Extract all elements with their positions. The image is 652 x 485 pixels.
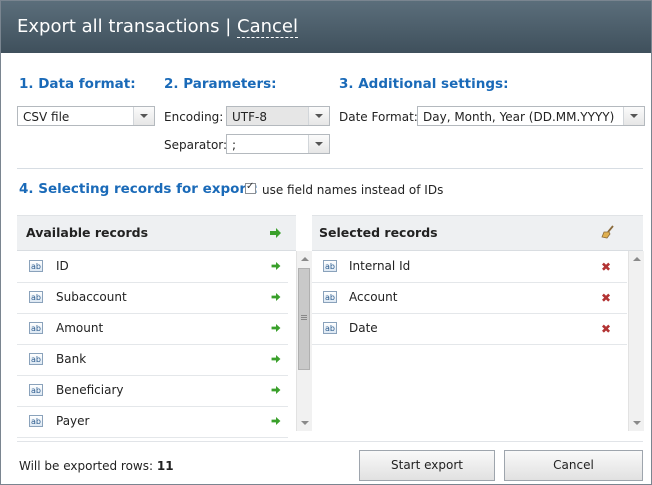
selected-record-item[interactable]: ab Account ✖ <box>312 282 627 314</box>
selected-records-title: Selected records <box>319 225 438 240</box>
date-format-value: Day, Month, Year (DD.MM.YYYY) <box>423 110 615 124</box>
cancel-button[interactable]: Cancel <box>504 450 643 481</box>
data-format-heading: 1. Data format: <box>19 76 136 92</box>
selected-record-item[interactable]: ab Internal Id ✖ <box>312 251 627 283</box>
export-dialog: Export all transactions | Cancel 1. Data… <box>0 0 652 485</box>
available-records-title: Available records <box>26 225 149 240</box>
scroll-thumb[interactable] <box>298 268 310 370</box>
scroll-down-icon[interactable] <box>301 421 309 425</box>
field-type-icon: ab <box>29 415 43 427</box>
encoding-value: UTF-8 <box>232 110 267 124</box>
data-format-value: CSV file <box>23 110 70 124</box>
field-names-checkbox[interactable] <box>245 181 256 194</box>
remove-icon[interactable]: ✖ <box>601 291 611 305</box>
selected-record-item[interactable]: ab Date ✖ <box>312 313 627 345</box>
selected-records-header: Selected records <box>312 215 643 251</box>
start-export-button[interactable]: Start export <box>359 450 495 481</box>
add-all-icon[interactable] <box>269 228 282 239</box>
remove-icon[interactable]: ✖ <box>601 260 611 274</box>
divider <box>17 168 643 169</box>
selected-record-label: Internal Id <box>349 259 411 273</box>
available-record-label: Payer <box>56 414 90 428</box>
dialog-title-text: Export all transactions <box>17 16 220 37</box>
parameters-heading: 2. Parameters: <box>164 76 277 92</box>
available-scrollbar[interactable] <box>296 251 312 431</box>
available-record-label: Bank <box>56 352 87 366</box>
available-record-item[interactable]: ab Bank <box>17 344 288 376</box>
scroll-up-icon[interactable] <box>301 257 309 261</box>
data-format-select[interactable]: CSV file <box>17 106 155 126</box>
available-record-label: Amount <box>56 321 104 335</box>
date-format-label: Date Format: <box>339 110 418 124</box>
available-record-item[interactable]: ab Payer <box>17 406 288 438</box>
separator-label: Separator: <box>164 138 228 152</box>
add-arrow-icon[interactable] <box>271 293 281 301</box>
chevron-down-icon[interactable] <box>308 107 329 125</box>
available-record-item[interactable]: ab ID <box>17 251 288 283</box>
chevron-down-icon[interactable] <box>133 107 154 125</box>
footer-divider <box>17 441 643 442</box>
chevron-down-icon[interactable] <box>623 107 644 125</box>
field-type-icon: ab <box>29 260 43 272</box>
selecting-records-heading: 4. Selecting records for export: <box>19 181 258 197</box>
title-bar: Export all transactions | Cancel <box>1 1 651 53</box>
field-type-icon: ab <box>323 322 337 334</box>
available-records-header: Available records <box>17 215 296 251</box>
field-type-icon: ab <box>29 353 43 365</box>
available-record-label: ID <box>56 259 69 273</box>
add-arrow-icon[interactable] <box>271 355 281 363</box>
available-record-item[interactable]: ab Beneficiary <box>17 375 288 407</box>
selected-scrollbar[interactable] <box>628 251 644 431</box>
add-arrow-icon[interactable] <box>271 417 281 425</box>
title-separator: | <box>225 16 232 37</box>
scroll-down-icon[interactable] <box>633 421 641 425</box>
selected-record-label: Date <box>349 321 378 335</box>
field-type-icon: ab <box>323 291 337 303</box>
add-arrow-icon[interactable] <box>271 386 281 394</box>
cancel-link[interactable]: Cancel <box>237 17 298 38</box>
encoding-select[interactable]: UTF-8 <box>226 106 330 126</box>
rows-count-value: 11 <box>156 459 174 473</box>
dialog-title: Export all transactions | Cancel <box>17 1 298 53</box>
scroll-up-icon[interactable] <box>633 257 641 261</box>
remove-icon[interactable]: ✖ <box>601 322 611 336</box>
field-type-icon: ab <box>29 322 43 334</box>
field-type-icon: ab <box>29 384 43 396</box>
chevron-down-icon[interactable] <box>308 135 329 153</box>
field-names-checkbox-label: use field names instead of IDs <box>262 183 444 197</box>
add-arrow-icon[interactable] <box>271 324 281 332</box>
available-record-label: Subaccount <box>56 290 127 304</box>
selected-record-label: Account <box>349 290 398 304</box>
separator-select[interactable]: ; <box>226 134 330 154</box>
date-format-select[interactable]: Day, Month, Year (DD.MM.YYYY) <box>417 106 645 126</box>
additional-settings-heading: 3. Additional settings: <box>339 76 509 92</box>
rows-count-text: Will be exported rows: 11 <box>19 459 174 473</box>
available-record-label: Beneficiary <box>56 383 124 397</box>
rows-count-label: Will be exported rows: <box>19 459 154 473</box>
field-type-icon: ab <box>323 260 337 272</box>
add-arrow-icon[interactable] <box>271 262 281 270</box>
field-type-icon: ab <box>29 291 43 303</box>
separator-value: ; <box>232 138 237 152</box>
available-record-item[interactable]: ab Amount <box>17 313 288 345</box>
available-record-item[interactable]: ab Subaccount <box>17 282 288 314</box>
broom-clear-icon[interactable] <box>601 225 615 239</box>
encoding-label: Encoding: <box>164 110 224 124</box>
